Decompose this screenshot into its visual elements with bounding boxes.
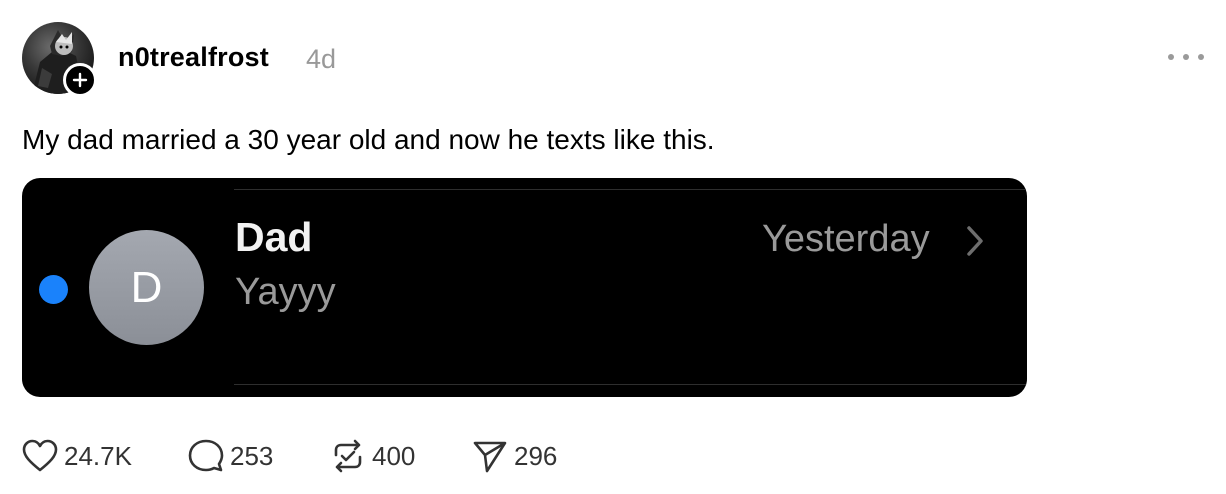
- more-dot: [1183, 54, 1189, 60]
- message-preview: Yayyy: [235, 271, 336, 313]
- contact-initial: D: [130, 262, 163, 312]
- repost-icon: [330, 438, 366, 474]
- reply-count: 253: [230, 440, 274, 471]
- divider-bottom: [234, 384, 1027, 385]
- unread-indicator: [39, 275, 68, 304]
- share-button[interactable]: 296: [472, 438, 612, 474]
- follow-button[interactable]: [63, 63, 97, 97]
- contact-name: Dad: [235, 214, 313, 260]
- more-dot: [1168, 54, 1174, 60]
- more-dot: [1198, 54, 1204, 60]
- repost-button[interactable]: 400: [330, 438, 472, 474]
- like-count: 24.7K: [64, 440, 132, 471]
- username-link[interactable]: n0trealfrost: [118, 42, 269, 73]
- post-timestamp[interactable]: 4d: [306, 44, 336, 75]
- post-image[interactable]: D Dad Yayyy Yesterday: [22, 178, 1027, 397]
- send-icon: [472, 438, 508, 474]
- chevron-right-icon: [965, 224, 985, 263]
- contact-avatar: D: [89, 230, 204, 345]
- like-button[interactable]: 24.7K: [22, 439, 188, 473]
- share-count: 296: [514, 440, 558, 471]
- repost-count: 400: [372, 440, 416, 471]
- more-options-button[interactable]: [1168, 42, 1204, 72]
- comment-icon: [188, 438, 224, 474]
- plus-icon: [72, 72, 88, 88]
- reply-button[interactable]: 253: [188, 438, 330, 474]
- divider-top: [234, 189, 1027, 190]
- message-timestamp: Yesterday: [762, 218, 930, 260]
- heart-icon: [22, 439, 58, 473]
- post-actions: 24.7K 253 400 296: [22, 436, 612, 476]
- post-caption: My dad married a 30 year old and now he …: [22, 124, 715, 155]
